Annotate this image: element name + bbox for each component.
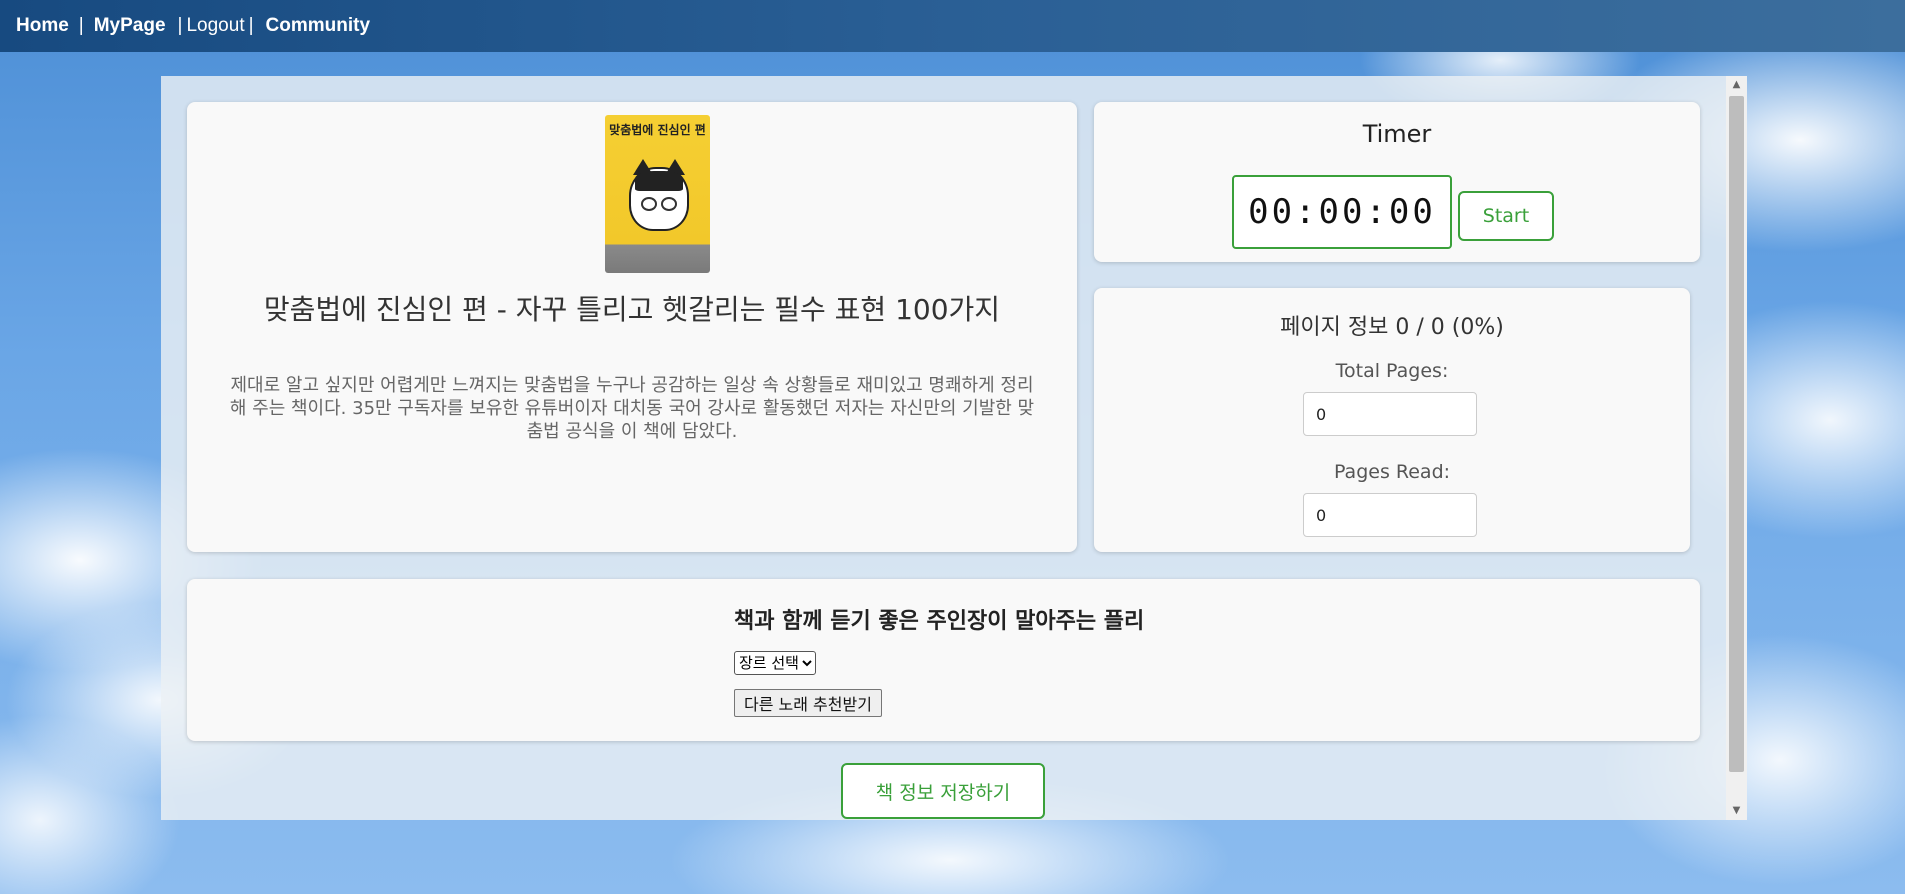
nav-separator: | [248,15,254,36]
save-book-button[interactable]: 책 정보 저장하기 [841,763,1045,819]
nav-community-link[interactable]: Community [266,15,371,37]
main-panel: 맞춤법에 진심인 편 맞춤법에 진심인 편 - 자꾸 틀리고 헷갈리는 필수 표… [161,76,1747,820]
cover-text: 맞춤법에 진심인 편 [609,123,706,137]
recommend-song-button[interactable]: 다른 노래 추천받기 [734,689,882,717]
timer-title: Timer [1362,120,1432,148]
book-cover-image: 맞춤법에 진심인 편 [605,115,710,273]
book-description: 제대로 알고 싶지만 어렵게만 느껴지는 맞춤법을 누구나 공감하는 일상 속 … [229,375,1035,442]
nav-separator: | [78,15,84,36]
playlist-card: 책과 함께 듣기 좋은 주인장이 말아주는 플리 장르 선택 다른 노래 추천받… [187,579,1700,741]
nav-logout-link[interactable]: Logout [186,15,244,37]
scroll-up-arrow-icon[interactable]: ▲ [1726,76,1747,94]
pages-read-label: Pages Read: [1333,461,1451,483]
playlist-title: 책과 함께 듣기 좋은 주인장이 말아주는 플리 [734,609,1145,634]
book-info-card: 맞춤법에 진심인 편 맞춤법에 진심인 편 - 자꾸 틀리고 헷갈리는 필수 표… [187,102,1077,552]
top-nav: Home | MyPage | Logout | Community [0,0,1905,52]
pages-read-input[interactable] [1303,493,1477,537]
scroll-thumb[interactable] [1729,96,1744,772]
nav-separator: | [177,15,183,36]
cat-illustration [629,159,689,231]
total-pages-input[interactable] [1303,392,1477,436]
scroll-down-arrow-icon[interactable]: ▼ [1726,802,1747,820]
page-info-card: 페이지 정보 0 / 0 (0%) Total Pages: Pages Rea… [1094,288,1690,552]
book-title: 맞춤법에 진심인 편 - 자꾸 틀리고 헷갈리는 필수 표현 100가지 [263,293,1001,326]
nav-home-link[interactable]: Home [16,15,69,37]
genre-select[interactable]: 장르 선택 [734,651,816,675]
total-pages-label: Total Pages: [1335,360,1449,382]
nav-mypage-link[interactable]: MyPage [94,15,166,37]
page-info-heading: 페이지 정보 0 / 0 (0%) [1280,315,1504,340]
timer-start-button[interactable]: Start [1458,191,1554,241]
panel-scrollbar[interactable]: ▲ ▼ [1726,76,1747,820]
timer-card: Timer 00:00:00 Start [1094,102,1700,262]
timer-display: 00:00:00 [1232,175,1452,249]
